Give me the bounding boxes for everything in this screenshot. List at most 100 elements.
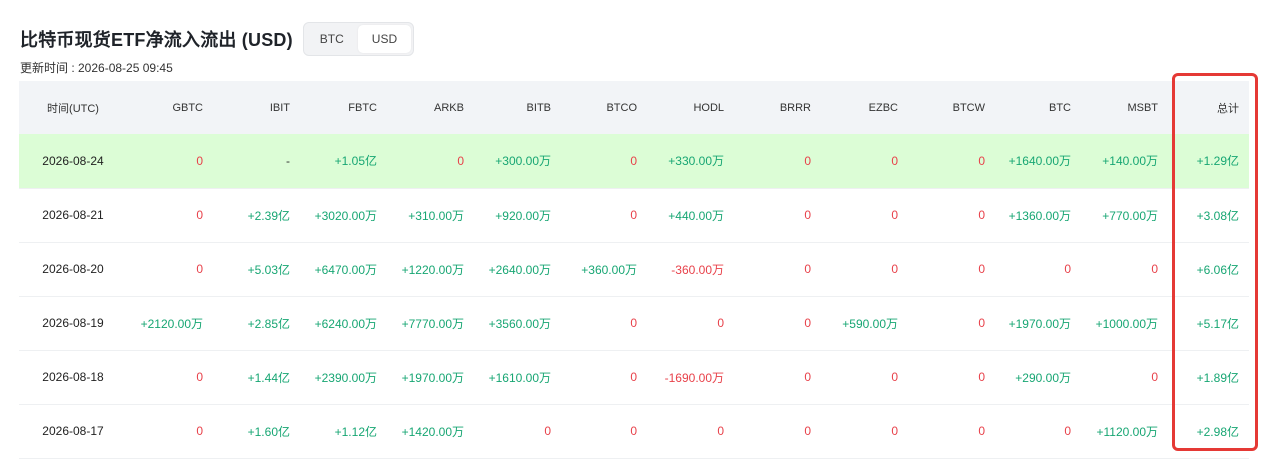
flow-cell: +1000.00万 <box>1095 316 1158 331</box>
flow-cell: 0 <box>717 316 724 330</box>
row-total: +1.89亿 <box>1196 370 1239 385</box>
flow-cell: 0 <box>196 370 203 384</box>
flow-cell: -1690.00万 <box>664 370 724 385</box>
row-total: +6.06亿 <box>1196 262 1239 277</box>
flow-cell: +310.00万 <box>408 208 464 223</box>
column-header-12: MSBT <box>1127 101 1158 114</box>
column-header-5: BITB <box>526 101 551 114</box>
row-total: +3.08亿 <box>1196 208 1239 223</box>
column-header-13: 总计 <box>1217 102 1239 115</box>
flow-cell: +1970.00万 <box>401 370 464 385</box>
page-header: 比特币现货ETF净流入流出 (USD) BTC USD <box>20 22 415 56</box>
flow-cell: 0 <box>891 208 898 222</box>
flow-cell: +3560.00万 <box>488 316 551 331</box>
flow-cell: +1640.00万 <box>1008 154 1071 169</box>
flow-cell: +300.00万 <box>495 154 551 169</box>
table-row: 2026-08-18 0 +1.44亿 +2390.00万 +1970.00万 +1610… <box>19 350 1249 404</box>
flow-cell: +920.00万 <box>495 208 551 223</box>
flow-cell: +2640.00万 <box>488 262 551 277</box>
flow-cell: -360.00万 <box>671 262 724 277</box>
flow-cell: 0 <box>196 424 203 438</box>
row-date: 2026-08-21 <box>42 208 104 222</box>
row-total: +1.29亿 <box>1196 154 1239 169</box>
flow-cell: +360.00万 <box>581 262 637 277</box>
row-date: 2026-08-24 <box>42 153 104 168</box>
flow-cell: +6470.00万 <box>314 262 377 277</box>
flow-cell: +1610.00万 <box>488 370 551 385</box>
column-header-3: FBTC <box>348 101 377 114</box>
flow-cell: +2390.00万 <box>314 370 377 385</box>
flow-cell: +6240.00万 <box>314 316 377 331</box>
flow-cell: +440.00万 <box>668 208 724 223</box>
row-date: 2026-08-19 <box>42 316 104 330</box>
page-title: 比特币现货ETF净流入流出 (USD) <box>20 30 293 50</box>
updated-time: 更新时间 : 2026-08-25 09:45 <box>20 61 173 75</box>
flow-cell: +590.00万 <box>842 316 898 331</box>
flow-cell: 0 <box>196 153 203 168</box>
toggle-btc[interactable]: BTC <box>306 25 358 53</box>
flow-cell: 0 <box>978 153 985 168</box>
flow-cell: 0 <box>1064 424 1071 438</box>
flow-cell: +3020.00万 <box>314 208 377 223</box>
flow-cell: +7770.00万 <box>401 316 464 331</box>
flow-cell: 0 <box>891 370 898 384</box>
flow-cell: +1120.00万 <box>1096 424 1159 439</box>
row-date: 2026-08-18 <box>42 370 104 384</box>
flow-cell: 0 <box>1151 262 1158 276</box>
table-row: 2026-08-17 0 +1.60亿 +1.12亿 +1420.00万 0 0 0 0 0 0 0 +… <box>19 404 1249 458</box>
flow-cell: 0 <box>1064 262 1071 276</box>
flow-cell: 0 <box>891 262 898 276</box>
column-header-6: BTCO <box>606 101 637 114</box>
flow-cell: 0 <box>804 316 811 330</box>
table-row: 2026-08-20 0 +5.03亿 +6470.00万 +1220.00万 +2640… <box>19 242 1249 296</box>
flow-cell: 0 <box>196 208 203 222</box>
flow-cell: - <box>286 153 290 168</box>
column-header-0: 时间(UTC) <box>47 102 99 115</box>
row-total: +2.98亿 <box>1196 424 1239 439</box>
etf-flow-table: 时间(UTC) GBTC IBIT FBTC ARKB BITB BTCO HODL BRRR E… <box>19 81 1249 459</box>
flow-cell: +1.05亿 <box>334 154 377 169</box>
flow-cell: +290.00万 <box>1015 370 1071 385</box>
flow-cell: +1360.00万 <box>1008 208 1071 223</box>
table-header-row: 时间(UTC) GBTC IBIT FBTC ARKB BITB BTCO HODL BRRR E… <box>19 81 1249 134</box>
flow-cell: 0 <box>630 208 637 222</box>
flow-cell: 0 <box>630 424 637 438</box>
flow-cell: 0 <box>978 208 985 222</box>
flow-cell: 0 <box>804 370 811 384</box>
flow-cell: 0 <box>1151 370 1158 384</box>
column-header-9: EZBC <box>868 101 898 114</box>
column-header-2: IBIT <box>269 101 290 114</box>
flow-cell: +5.03亿 <box>247 262 290 277</box>
flow-cell: +1.44亿 <box>247 370 290 385</box>
flow-cell: 0 <box>804 424 811 438</box>
flow-cell: +770.00万 <box>1102 208 1158 223</box>
table-row: 2026-08-24 0 - +1.05亿 0 +300.00万 0 +330.00万 0 0 0 +… <box>19 134 1249 188</box>
flow-cell: 0 <box>804 208 811 222</box>
flow-cell: 0 <box>804 153 811 168</box>
column-header-11: BTC <box>1049 101 1071 114</box>
column-header-10: BTCW <box>952 101 985 114</box>
flow-cell: 0 <box>978 424 985 438</box>
flow-cell: 0 <box>196 262 203 276</box>
flow-cell: +1970.00万 <box>1008 316 1071 331</box>
flow-cell: +140.00万 <box>1102 154 1158 169</box>
flow-cell: +1.60亿 <box>247 424 290 439</box>
table-row: 2026-08-21 0 +2.39亿 +3020.00万 +310.00万 +920.0… <box>19 188 1249 242</box>
flow-cell: 0 <box>630 370 637 384</box>
flow-cell: +330.00万 <box>668 154 724 169</box>
flow-cell: 0 <box>630 316 637 330</box>
flow-cell: +2120.00万 <box>140 316 203 331</box>
row-date: 2026-08-17 <box>42 424 104 438</box>
flow-cell: 0 <box>891 424 898 438</box>
flow-cell: +2.39亿 <box>247 208 290 223</box>
flow-cell: +2.85亿 <box>247 316 290 331</box>
unit-toggle: BTC USD <box>302 22 415 56</box>
flow-cell: 0 <box>891 153 898 168</box>
column-header-1: GBTC <box>172 101 203 114</box>
toggle-usd[interactable]: USD <box>357 25 412 53</box>
flow-cell: +1420.00万 <box>401 424 464 439</box>
column-header-7: HODL <box>693 101 724 114</box>
flow-cell: 0 <box>457 153 464 168</box>
flow-cell: 0 <box>804 262 811 276</box>
flow-cell: 0 <box>978 316 985 330</box>
